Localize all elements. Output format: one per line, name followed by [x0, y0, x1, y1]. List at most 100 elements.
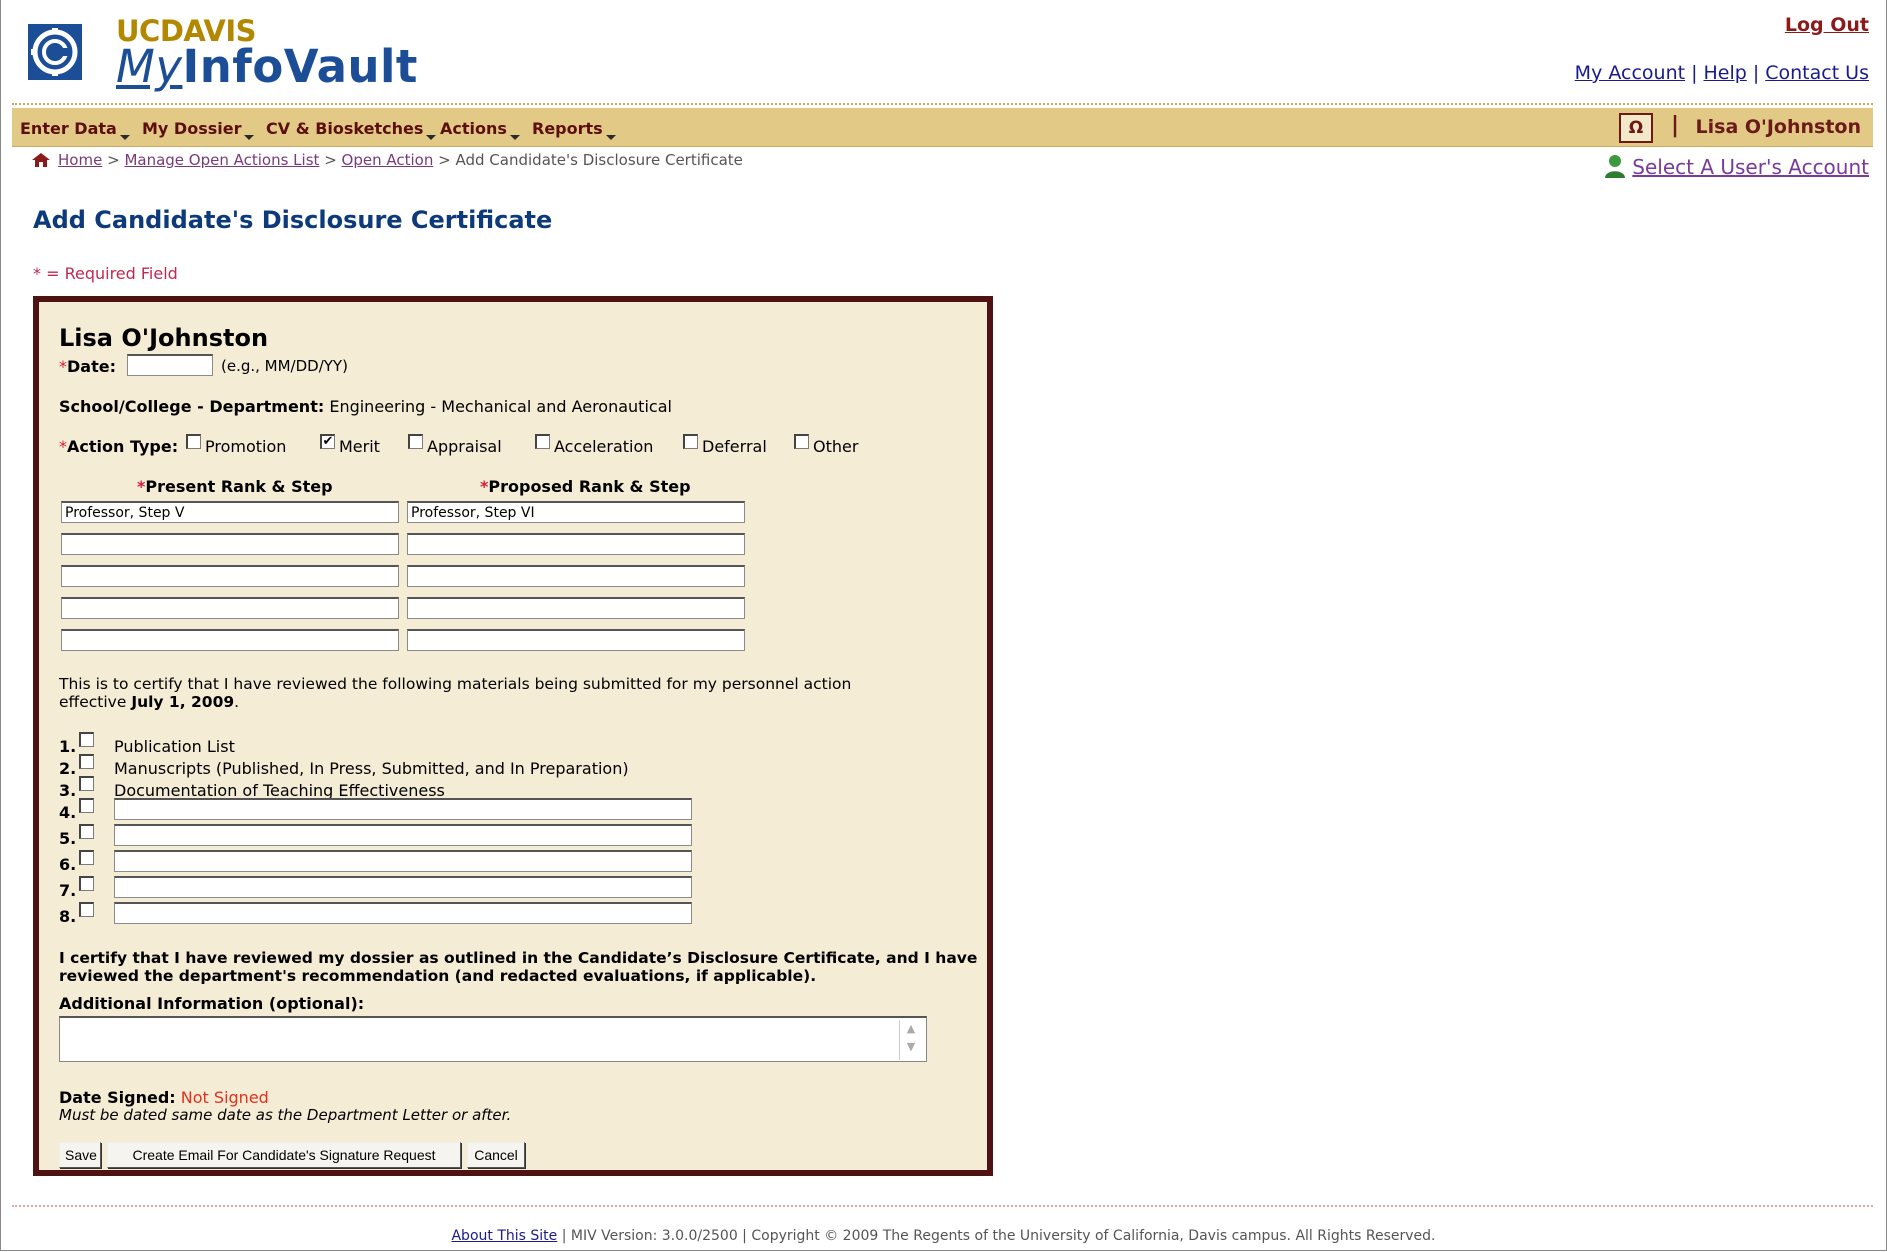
present-rank-input-5[interactable]	[61, 629, 399, 651]
header-divider	[12, 103, 1873, 105]
footer-text: | MIV Version: 3.0.0/2500 | Copyright © …	[557, 1228, 1436, 1244]
material-checkbox-6[interactable]	[79, 850, 94, 865]
breadcrumb-separator: >	[107, 151, 120, 169]
breadcrumb-separator: >	[438, 151, 451, 169]
action-type-label-deferral: Deferral	[702, 437, 767, 456]
action-type-label-other: Other	[813, 437, 859, 456]
user-icon	[1604, 154, 1626, 178]
proposed-rank-input-2[interactable]	[407, 533, 745, 555]
action-type-other-checkbox[interactable]	[794, 434, 809, 449]
present-rank-input-2[interactable]	[61, 533, 399, 555]
nav-separator: |	[1670, 113, 1679, 138]
required-field-note: * = Required Field	[33, 264, 178, 283]
present-rank-input-1[interactable]	[61, 501, 399, 523]
about-this-site-link[interactable]: About This Site	[451, 1228, 557, 1244]
action-type-label-promotion: Promotion	[205, 437, 287, 456]
additional-info-label: Additional Information (optional):	[59, 994, 365, 1013]
main-nav: Enter Data My Dossier CV & Biosketches A…	[12, 108, 1873, 147]
action-type-deferral-checkbox[interactable]	[683, 434, 698, 449]
breadcrumb-current: Add Candidate's Disclosure Certificate	[455, 151, 743, 169]
present-rank-input-3[interactable]	[61, 565, 399, 587]
material-number: 3.	[59, 781, 77, 800]
action-type-label-appraisal: Appraisal	[427, 437, 502, 456]
action-type-label-merit: Merit	[339, 437, 380, 456]
material-checkbox-4[interactable]	[79, 798, 94, 813]
material-input-6[interactable]	[114, 850, 692, 872]
material-checkbox-3[interactable]	[79, 776, 94, 791]
material-checkbox-8[interactable]	[79, 902, 94, 917]
material-label-publication-list: Publication List	[114, 737, 235, 756]
my-account-link[interactable]: My Account	[1575, 62, 1685, 84]
school-department: School/College - Department: Engineering…	[59, 397, 672, 416]
material-checkbox-7[interactable]	[79, 876, 94, 891]
cancel-button[interactable]: Cancel	[467, 1142, 525, 1168]
action-type-merit-checkbox[interactable]: ✔	[320, 434, 335, 449]
material-input-8[interactable]	[114, 902, 692, 924]
proposed-rank-input-3[interactable]	[407, 565, 745, 587]
help-link[interactable]: Help	[1703, 62, 1746, 84]
nav-my-dossier[interactable]: My Dossier	[142, 119, 255, 140]
material-input-7[interactable]	[114, 876, 692, 898]
select-account: Select A User's Account	[1604, 154, 1869, 179]
contact-us-link[interactable]: Contact Us	[1765, 62, 1869, 84]
select-account-link[interactable]: Select A User's Account	[1632, 155, 1869, 179]
breadcrumb-separator: >	[324, 151, 337, 169]
disclosure-form: Lisa O'Johnston *Date: (e.g., MM/DD/YY) …	[33, 296, 993, 1176]
material-checkbox-2[interactable]	[79, 754, 94, 769]
save-button[interactable]: Save	[59, 1142, 101, 1168]
app-title: MyInfoVault	[116, 40, 418, 93]
top-links: My Account | Help | Contact Us	[1575, 62, 1869, 84]
breadcrumb-open-action[interactable]: Open Action	[342, 151, 434, 169]
material-checkbox-1[interactable]	[79, 732, 94, 747]
scroll-down-icon[interactable]: ▼	[902, 1038, 920, 1056]
caret-down-icon	[119, 135, 130, 140]
nav-enter-data[interactable]: Enter Data	[20, 119, 130, 140]
textarea-scrollbar[interactable]: ▲ ▼	[899, 1020, 922, 1060]
scroll-up-icon[interactable]: ▲	[902, 1020, 920, 1038]
action-type-label-acceleration: Acceleration	[554, 437, 654, 456]
logout-link[interactable]: Log Out	[1785, 14, 1869, 36]
candidate-name: Lisa O'Johnston	[59, 324, 269, 352]
proposed-rank-input-4[interactable]	[407, 597, 745, 619]
material-number: 6.	[59, 855, 77, 874]
action-type-promotion-checkbox[interactable]	[186, 434, 201, 449]
special-characters-button[interactable]: Ω	[1619, 113, 1653, 143]
breadcrumb-manage-open-actions[interactable]: Manage Open Actions List	[124, 151, 319, 169]
material-checkbox-5[interactable]	[79, 824, 94, 839]
caret-down-icon	[426, 135, 437, 140]
create-email-button[interactable]: Create Email For Candidate's Signature R…	[107, 1142, 461, 1168]
breadcrumb-home[interactable]: Home	[58, 151, 102, 169]
link-separator: |	[1691, 62, 1698, 84]
additional-info-textarea[interactable]	[59, 1016, 927, 1062]
current-user-name: Lisa O'Johnston	[1695, 116, 1861, 138]
date-input[interactable]	[127, 354, 213, 376]
action-type-acceleration-checkbox[interactable]	[535, 434, 550, 449]
material-input-5[interactable]	[114, 824, 692, 846]
page-title: Add Candidate's Disclosure Certificate	[33, 206, 553, 234]
caret-down-icon	[509, 135, 520, 140]
footer: About This Site | MIV Version: 3.0.0/250…	[0, 1228, 1887, 1244]
home-icon[interactable]	[32, 153, 50, 167]
nav-cv-biosketches[interactable]: CV & Biosketches	[266, 119, 437, 140]
proposed-rank-input-1[interactable]	[407, 501, 745, 523]
date-hint: (e.g., MM/DD/YY)	[221, 357, 348, 375]
material-input-4[interactable]	[114, 798, 692, 820]
footer-divider	[12, 1205, 1873, 1207]
date-signed-note: Must be dated same date as the Departmen…	[59, 1106, 512, 1124]
nav-actions[interactable]: Actions	[440, 119, 520, 140]
nav-reports[interactable]: Reports	[532, 119, 616, 140]
proposed-rank-header: *Proposed Rank & Step	[480, 477, 691, 496]
action-type-label: *Action Type:	[59, 437, 179, 456]
material-number: 4.	[59, 803, 77, 822]
caret-down-icon	[605, 135, 616, 140]
certify-statement: This is to certify that I have reviewed …	[59, 675, 852, 711]
present-rank-input-4[interactable]	[61, 597, 399, 619]
action-type-appraisal-checkbox[interactable]	[408, 434, 423, 449]
material-number: 1.	[59, 737, 77, 756]
material-number: 5.	[59, 829, 77, 848]
material-number: 8.	[59, 907, 77, 926]
material-number: 2.	[59, 759, 77, 778]
material-label-manuscripts: Manuscripts (Published, In Press, Submit…	[114, 759, 629, 778]
proposed-rank-input-5[interactable]	[407, 629, 745, 651]
ucdavis-logo-icon	[28, 24, 82, 80]
